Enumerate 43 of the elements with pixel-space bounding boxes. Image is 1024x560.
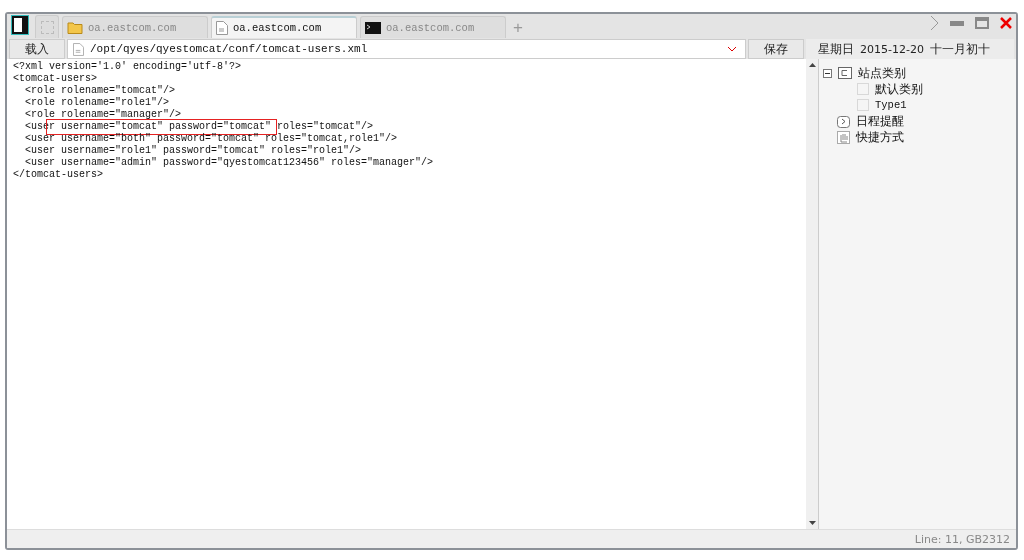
document-icon bbox=[73, 42, 84, 56]
code-line: </tomcat-users> bbox=[13, 169, 103, 181]
terminal-icon bbox=[365, 21, 381, 34]
folder-icon bbox=[67, 21, 83, 34]
scrollbar[interactable] bbox=[806, 59, 818, 529]
dotted-square-icon[interactable] bbox=[35, 15, 59, 38]
status-text: Line: 11, GB2312 bbox=[914, 532, 1010, 546]
address-field[interactable]: /opt/qyes/qyestomcat/conf/tomcat-users.xml bbox=[67, 39, 746, 59]
scroll-down-icon[interactable] bbox=[808, 521, 816, 525]
chevron-right-icon[interactable] bbox=[930, 15, 939, 31]
alarm-icon bbox=[837, 114, 850, 128]
code-line: <tomcat-users> bbox=[13, 73, 97, 85]
tree-item[interactable]: 日程提醒 bbox=[856, 112, 904, 130]
document-icon bbox=[216, 21, 228, 35]
minimize-icon[interactable] bbox=[950, 20, 964, 26]
tree-item[interactable]: 快捷方式 bbox=[856, 128, 904, 146]
lunar-date-label: 十一月初十 bbox=[929, 40, 990, 58]
panel-toggle-icon[interactable] bbox=[12, 16, 28, 34]
browser-tab[interactable]: oa.eastcom.com bbox=[211, 16, 357, 38]
code-line: <role rolename="tomcat"/> bbox=[24, 85, 176, 97]
dotted-square-icon bbox=[857, 83, 869, 95]
hand-icon bbox=[837, 130, 850, 144]
path-field[interactable]: /opt/qyes/qyestomcat/conf/tomcat-users.xml bbox=[90, 43, 721, 55]
code-line: <user username="both" password="tomcat" roles="tomcat,role1"/> bbox=[24, 133, 398, 145]
scroll-up-icon[interactable] bbox=[808, 63, 816, 67]
tree-item[interactable]: Type1 bbox=[875, 99, 907, 111]
weekday-label: 星期日 bbox=[818, 40, 854, 58]
tree-item[interactable]: 站点类别 bbox=[858, 64, 906, 82]
code-line: <user username="admin" password="qyestomcat123456" roles="manager"/> bbox=[24, 157, 434, 169]
category-icon bbox=[838, 67, 852, 79]
dotted-square-icon bbox=[857, 99, 869, 111]
code-line: <user username="role1" password="tomcat" roles="role1"/> bbox=[24, 145, 362, 157]
date-label: 2015-12-20 bbox=[860, 42, 924, 56]
collapse-icon[interactable] bbox=[823, 68, 832, 78]
maximize-icon[interactable] bbox=[975, 17, 989, 29]
code-line: <role rolename="manager"/> bbox=[24, 109, 182, 121]
code-line: <?xml version='1.0' encoding='utf-8'?> bbox=[13, 61, 242, 73]
tree-item[interactable]: 默认类别 bbox=[875, 80, 923, 98]
close-icon[interactable] bbox=[1000, 17, 1012, 29]
save-button[interactable]: 保存 bbox=[748, 39, 804, 59]
code-line: <role rolename="role1"/> bbox=[24, 97, 170, 109]
load-button[interactable]: 载入 bbox=[9, 39, 65, 59]
dropdown-caret-icon[interactable] bbox=[727, 46, 737, 52]
